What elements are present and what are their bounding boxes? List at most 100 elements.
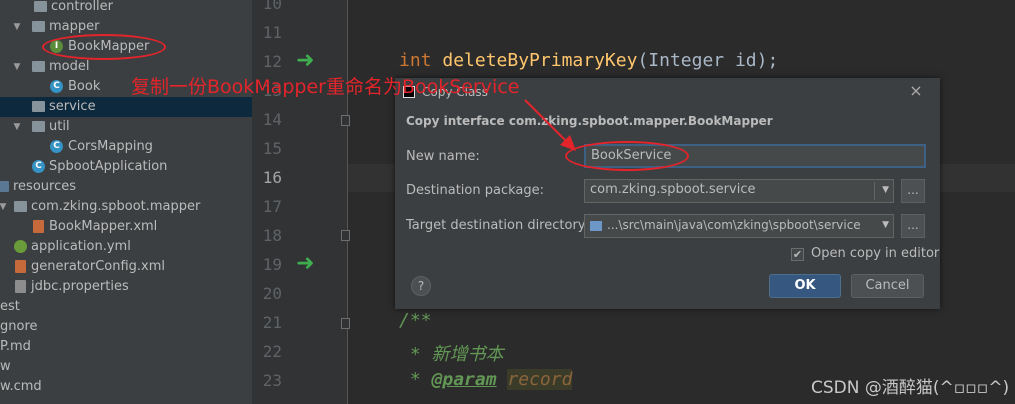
tree-item-test[interactable]: est	[0, 297, 252, 317]
folder-icon	[590, 220, 602, 231]
line-number: 17	[262, 197, 282, 216]
close-icon[interactable]: ×	[906, 81, 926, 101]
open-copy-label[interactable]: Open copy in editor	[811, 246, 939, 261]
folder-icon	[32, 61, 45, 72]
folder-icon	[32, 101, 45, 112]
code-line-12: int deleteByPrimaryKey(Integer id);	[399, 50, 778, 71]
fold-marker-icon[interactable]	[341, 115, 350, 126]
destination-package-value: com.zking.spboot.service	[590, 182, 756, 197]
chevron-down-icon[interactable]: ▼	[0, 197, 8, 217]
tree-item-label: SpbootApplication	[49, 159, 168, 174]
code-comment: *	[399, 369, 432, 390]
chevron-down-icon[interactable]: ▼	[12, 17, 22, 37]
javadoc-param: record	[507, 369, 573, 390]
line-number: 21	[262, 313, 282, 332]
highlight-ring	[42, 34, 166, 60]
tree-item-application-yml[interactable]: application.yml	[0, 237, 252, 257]
project-tree: controller ▼ mapper I BookMapper ▼ model…	[0, 0, 252, 404]
code-line-23: * @param record	[399, 369, 573, 390]
line-number: 12	[262, 52, 282, 71]
line-number: 18	[262, 226, 282, 245]
folder-icon	[14, 201, 27, 212]
tree-item-util[interactable]: ▼ util	[0, 117, 252, 137]
target-directory-dropdown[interactable]: ...\src\main\java\com\zking\spboot\servi…	[584, 214, 894, 238]
yaml-file-icon	[14, 240, 27, 253]
line-number: 14	[262, 110, 282, 129]
tree-item-corsmapping[interactable]: C CorsMapping	[0, 137, 252, 157]
tree-item-mapper-package[interactable]: ▼ com.zking.spboot.mapper	[0, 197, 252, 217]
line-number: 20	[262, 284, 282, 303]
chevron-down-icon[interactable]: ▼	[882, 180, 889, 200]
line-number: 19	[262, 255, 282, 274]
tree-item-service[interactable]: service	[0, 97, 252, 117]
implementation-arrow-icon[interactable]: ➜	[296, 253, 314, 275]
properties-file-icon	[15, 280, 26, 293]
code-keyword: int	[399, 50, 432, 71]
ok-button[interactable]: OK	[769, 274, 841, 298]
code-method-name: deleteByPrimaryKey	[442, 50, 638, 71]
code-line-21: /**	[399, 310, 432, 331]
tree-item-label: controller	[51, 0, 114, 14]
spring-class-icon: C	[32, 160, 45, 173]
tree-item-spbootapplication[interactable]: C SpbootApplication	[0, 157, 252, 177]
tree-item-label: Book	[68, 79, 101, 94]
tree-item-label: P.md	[0, 339, 31, 354]
tree-item-mvnw-cmd[interactable]: w.cmd	[0, 377, 252, 397]
browse-package-button[interactable]: ...	[901, 179, 925, 203]
line-number: 10	[262, 0, 282, 13]
tree-item-label: est	[0, 299, 20, 314]
copy-class-dialog: Copy Class × Copy interface com.zking.sp…	[395, 78, 940, 309]
xml-file-icon	[33, 220, 44, 233]
annotation-text: 复制一份BookMapper重命名为BookService	[131, 76, 520, 98]
tree-item-label: com.zking.spboot.mapper	[31, 199, 201, 214]
tree-item-label: CorsMapping	[68, 139, 153, 154]
chevron-down-icon[interactable]: ▼	[12, 57, 22, 77]
tree-item-resources[interactable]: resources	[0, 177, 252, 197]
line-number: 22	[262, 342, 282, 361]
folder-icon	[32, 21, 45, 32]
implementation-arrow-icon[interactable]: ➜	[296, 50, 314, 72]
dialog-heading: Copy interface com.zking.spboot.mapper.B…	[406, 114, 773, 128]
tree-item-jdbc-properties[interactable]: jdbc.properties	[0, 277, 252, 297]
tree-item-label: util	[49, 119, 70, 134]
line-number: 23	[262, 371, 282, 390]
line-number: 11	[262, 23, 282, 42]
dropdown-divider	[874, 182, 875, 200]
tree-item-label: BookMapper.xml	[49, 219, 158, 234]
line-number: 16	[262, 168, 282, 187]
fold-marker-icon[interactable]	[341, 318, 350, 329]
fold-marker-icon[interactable]	[341, 230, 350, 241]
class-icon: C	[50, 80, 63, 93]
tree-item-gitignore[interactable]: gnore	[0, 317, 252, 337]
folder-icon	[32, 121, 45, 132]
tree-item-label: model	[49, 59, 90, 74]
tree-item-label: resources	[13, 179, 77, 194]
tree-item-label: generatorConfig.xml	[31, 259, 166, 274]
help-button[interactable]: ?	[411, 276, 431, 296]
resources-folder-icon	[0, 181, 9, 192]
destination-package-label: Destination package:	[406, 183, 544, 198]
chevron-down-icon[interactable]: ▼	[12, 117, 22, 137]
tree-item-label: gnore	[0, 319, 38, 334]
tree-item-generatorconfig-xml[interactable]: generatorConfig.xml	[0, 257, 252, 277]
tree-item-controller[interactable]: controller	[0, 0, 252, 17]
javadoc-tag: @param	[431, 369, 497, 390]
tree-item-bookmapper-xml[interactable]: BookMapper.xml	[0, 217, 252, 237]
new-name-label: New name:	[406, 149, 480, 164]
tree-item-label: jdbc.properties	[31, 279, 129, 294]
class-icon: C	[50, 140, 63, 153]
highlight-ring	[565, 141, 689, 171]
target-directory-value: ...\src\main\java\com\zking\spboot\servi…	[607, 218, 861, 232]
open-copy-checkbox[interactable]: ✔	[791, 248, 804, 261]
line-number: 15	[262, 139, 282, 158]
chevron-down-icon[interactable]: ▼	[882, 215, 889, 235]
cancel-button[interactable]: Cancel	[851, 274, 924, 298]
browse-directory-button[interactable]: ...	[901, 214, 925, 238]
xml-file-icon	[15, 260, 26, 273]
code-params: (Integer id);	[637, 50, 779, 71]
tree-item-label: service	[49, 99, 96, 114]
folder-icon	[34, 1, 47, 12]
tree-item-readme[interactable]: P.md	[0, 337, 252, 357]
tree-item-mvnw[interactable]: w	[0, 357, 252, 377]
destination-package-dropdown[interactable]: com.zking.spboot.service ▼	[584, 179, 894, 203]
